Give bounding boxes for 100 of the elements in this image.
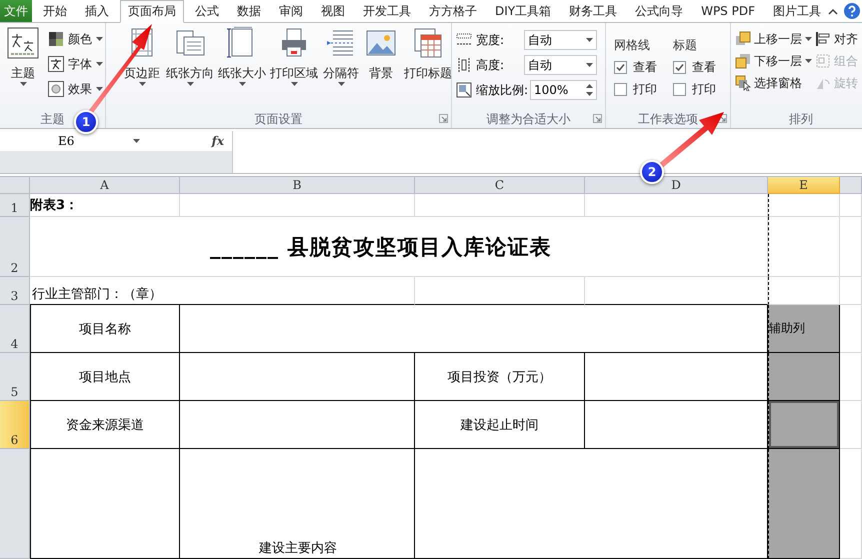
shaded-cell[interactable] bbox=[768, 353, 840, 401]
page-setup-button[interactable]: 纸张大小 bbox=[216, 27, 268, 110]
dialog-launcher-icon[interactable] bbox=[439, 114, 448, 123]
table-cell[interactable]: 项目投资（万元） bbox=[415, 353, 585, 401]
checkbox-label: 打印 bbox=[633, 80, 657, 98]
table-cell[interactable]: 附表3： bbox=[30, 194, 180, 217]
ribbon-tab[interactable]: 审阅 bbox=[272, 0, 310, 22]
column-header[interactable]: C bbox=[415, 177, 585, 194]
table-cell[interactable]: 建设主要内容 bbox=[180, 449, 415, 559]
field-label: 缩放比例: bbox=[476, 82, 528, 98]
ribbon-tab[interactable]: 插入 bbox=[78, 0, 116, 22]
ribbon-tab[interactable]: DIY工具箱 bbox=[488, 0, 558, 22]
page-setup-button[interactable]: 分隔符 bbox=[320, 27, 362, 110]
dropdown-caret-icon bbox=[133, 139, 140, 143]
checkbox-label: 打印 bbox=[692, 80, 716, 98]
checkbox[interactable] bbox=[614, 82, 627, 96]
arrange-button[interactable]: 对齐 bbox=[815, 29, 858, 49]
file-tab[interactable]: 文件 bbox=[0, 0, 32, 22]
size-dropdown[interactable]: 自动 bbox=[524, 30, 597, 50]
table-cell[interactable] bbox=[180, 353, 415, 401]
table-cell[interactable]: 资金来源渠道 bbox=[30, 401, 180, 449]
ribbon-tab[interactable]: 开发工具 bbox=[356, 0, 418, 22]
checkbox-label: 查看 bbox=[692, 58, 716, 76]
page-setup-button[interactable]: 打印标题 bbox=[400, 27, 456, 110]
ribbon-tab[interactable]: WPS PDF bbox=[694, 0, 762, 22]
send-backward-icon bbox=[735, 53, 751, 69]
caret-icon bbox=[186, 82, 194, 86]
sheet-title[interactable]: ______ 县脱贫攻坚项目入库论证表 bbox=[180, 217, 768, 277]
caret-icon bbox=[20, 82, 26, 86]
option-heading: 网格线 bbox=[614, 36, 651, 54]
name-box[interactable]: E6 bbox=[0, 131, 145, 151]
row-header[interactable]: 4 bbox=[0, 305, 30, 353]
ribbon-tab[interactable]: 开始 bbox=[36, 0, 74, 22]
group-icon bbox=[815, 53, 831, 69]
shaded-cell[interactable] bbox=[768, 449, 840, 559]
scale-icon bbox=[456, 82, 472, 98]
checkbox[interactable] bbox=[673, 82, 686, 96]
shaded-cell[interactable]: 辅助列 bbox=[768, 305, 840, 353]
dialog-launcher-icon[interactable] bbox=[593, 114, 602, 123]
table-cell[interactable]: 项目名称 bbox=[30, 305, 180, 353]
row-header[interactable]: 5 bbox=[0, 353, 30, 401]
page-setup-button[interactable]: 纸张方向 bbox=[164, 27, 216, 110]
ribbon-tab[interactable]: 图片工具 bbox=[766, 0, 828, 22]
group-title: 工作表选项 bbox=[638, 110, 698, 128]
page-setup-button[interactable]: 打印区域 bbox=[268, 27, 320, 110]
arrange-button[interactable]: 上移一层 bbox=[735, 29, 812, 49]
group-title: 页面设置 bbox=[254, 110, 302, 128]
ribbon-tab[interactable]: 视图 bbox=[314, 0, 352, 22]
size-dropdown[interactable]: 自动 bbox=[524, 55, 597, 75]
checkbox-label: 查看 bbox=[633, 58, 657, 76]
spinner-arrows-icon[interactable] bbox=[586, 84, 593, 96]
theme-option-button[interactable]: 效果 bbox=[48, 79, 103, 99]
color-swatch-icon bbox=[48, 31, 64, 47]
caret-icon bbox=[138, 82, 146, 86]
ribbon-tab[interactable]: 公式向导 bbox=[628, 0, 690, 22]
table-cell[interactable] bbox=[30, 449, 180, 559]
group-title: 调整为合适大小 bbox=[486, 110, 570, 128]
caret-icon bbox=[338, 82, 344, 86]
shaded-cell[interactable] bbox=[768, 401, 840, 449]
checkbox[interactable] bbox=[614, 60, 627, 74]
insert-function-button[interactable]: fx bbox=[212, 134, 224, 148]
column-header[interactable]: B bbox=[180, 177, 415, 194]
column-header[interactable]: A bbox=[30, 177, 180, 194]
option-heading: 标题 bbox=[673, 36, 698, 54]
ribbon-tab[interactable]: 数据 bbox=[230, 0, 268, 22]
ribbon-tab[interactable]: 公式 bbox=[188, 0, 226, 22]
ribbon-tab[interactable]: 财务工具 bbox=[562, 0, 624, 22]
table-cell[interactable]: 行业主管部门：（章） bbox=[30, 277, 415, 305]
theme-option-button[interactable]: 字体 bbox=[48, 54, 103, 74]
caret-icon bbox=[96, 37, 103, 41]
column-header[interactable]: E bbox=[768, 177, 840, 194]
caret-icon bbox=[238, 82, 246, 86]
themes-button[interactable]: 主题 bbox=[4, 27, 42, 110]
selection-pane-icon bbox=[735, 75, 751, 91]
bring-forward-icon bbox=[735, 31, 751, 47]
caret-icon bbox=[96, 62, 103, 66]
theme-option-button[interactable]: 颜色 bbox=[48, 29, 103, 49]
scale-spinner[interactable]: 100% bbox=[530, 80, 597, 100]
table-cell[interactable] bbox=[180, 401, 415, 449]
ribbon-tab[interactable]: 页面布局 bbox=[120, 0, 184, 23]
row-header[interactable]: 1 bbox=[0, 194, 30, 217]
help-icon[interactable] bbox=[844, 3, 860, 19]
page-setup-button[interactable]: 背景 bbox=[362, 27, 400, 110]
table-icon bbox=[412, 27, 444, 59]
table-cell[interactable]: 项目地点 bbox=[30, 353, 180, 401]
row-header[interactable]: 6 bbox=[0, 401, 30, 449]
field-label: 宽度: bbox=[476, 32, 504, 48]
arrange-button[interactable]: 下移一层 bbox=[735, 51, 812, 71]
column-header[interactable]: D bbox=[585, 177, 768, 194]
group-title: 主题 bbox=[40, 110, 64, 128]
row-header[interactable]: 3 bbox=[0, 277, 30, 305]
ribbon-tab[interactable]: 方方格子 bbox=[422, 0, 484, 22]
checkbox[interactable] bbox=[673, 60, 686, 74]
caret-icon bbox=[290, 82, 298, 86]
row-header[interactable]: 2 bbox=[0, 217, 30, 277]
table-cell[interactable]: 建设起止时间 bbox=[415, 401, 585, 449]
arrange-button[interactable]: 选择窗格 bbox=[735, 73, 812, 93]
table-cell[interactable] bbox=[180, 305, 768, 353]
dropdown-caret-icon bbox=[586, 38, 593, 42]
collapse-ribbon-icon[interactable] bbox=[828, 8, 838, 14]
